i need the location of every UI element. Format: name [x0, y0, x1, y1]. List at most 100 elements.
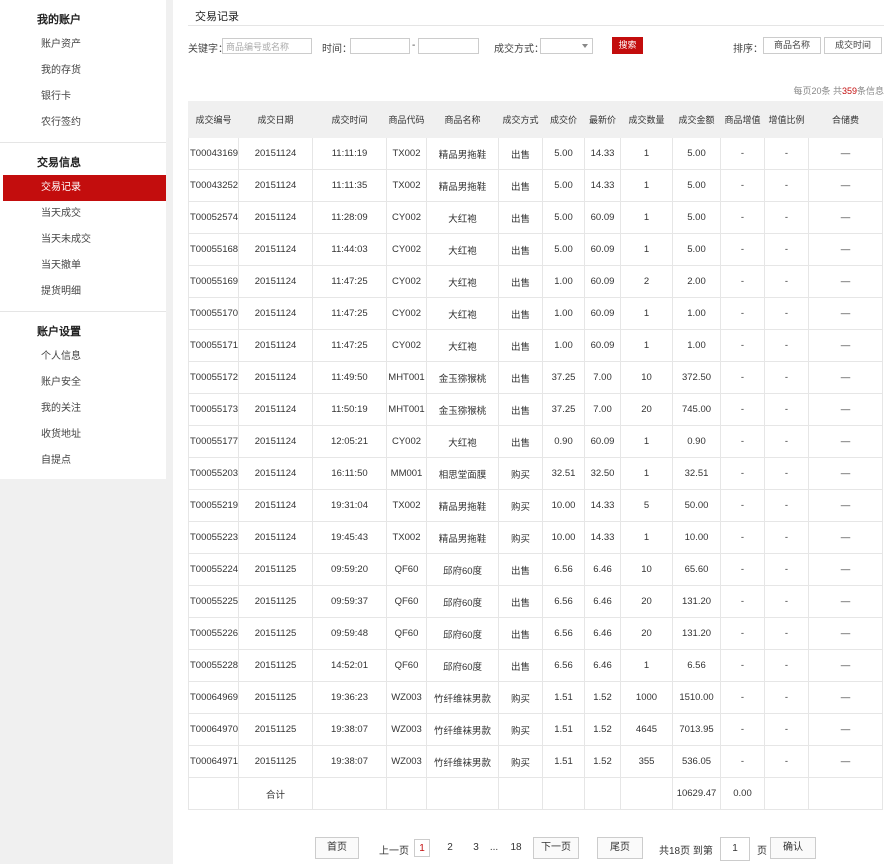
table-cell: 购买 [498, 713, 543, 746]
table-cell: — [808, 233, 883, 266]
table-cell: 20151124 [238, 457, 313, 490]
table-cell: MHT001 [386, 393, 427, 426]
sidebar-item-bank-card[interactable]: 银行卡 [0, 84, 166, 110]
table-cell: - [720, 457, 765, 490]
total-amount: 10629.47 [672, 777, 721, 810]
table-cell: - [720, 393, 765, 426]
table-cell: 37.25 [542, 393, 585, 426]
sidebar-item-assets[interactable]: 账户资产 [0, 32, 166, 58]
sidebar-item-today-cancelled[interactable]: 当天撤单 [0, 253, 166, 279]
start-date-input[interactable] [350, 38, 410, 54]
table-cell: 60.09 [584, 265, 621, 298]
table-row: T00043169 20151124 11:11:19 TX002 精品男拖鞋 出售 5.0… [188, 137, 883, 170]
table-cell: QF60 [386, 617, 427, 650]
page-number[interactable]: 3 [468, 839, 484, 857]
table-cell: - [720, 681, 765, 714]
table-cell: — [808, 425, 883, 458]
table-cell: 7.00 [584, 361, 621, 394]
keyword-input[interactable]: 商品编号或名称 [222, 38, 312, 54]
sidebar-item-today-filled[interactable]: 当天成交 [0, 201, 166, 227]
page-number-current[interactable]: 1 [414, 839, 430, 857]
prev-page-link[interactable]: 上一页 [379, 842, 409, 857]
sidebar-item-inventory[interactable]: 我的存货 [0, 58, 166, 84]
table-cell: 5.00 [542, 169, 585, 202]
sidebar-item-pickup-point[interactable]: 自提点 [0, 448, 166, 474]
table-cell: 6.56 [542, 553, 585, 586]
table-cell: - [764, 329, 809, 362]
table-cell: 大红袍 [426, 425, 499, 458]
table-cell: CY002 [386, 297, 427, 330]
sort-by-time-button[interactable]: 成交时间 [824, 37, 882, 54]
table-cell: - [764, 457, 809, 490]
table-cell: T00043169 [188, 137, 239, 170]
sidebar-item-pickup-details[interactable]: 提货明细 [0, 279, 166, 305]
total-label: 合计 [238, 777, 313, 810]
sidebar-item-profile[interactable]: 个人信息 [0, 344, 166, 370]
table-row: T00055228 20151125 14:52:01 QF60 邱府60度 出售 6.56… [188, 649, 883, 682]
page-number-last[interactable]: 18 [506, 839, 526, 857]
table-cell: 1.51 [542, 713, 585, 746]
table-cell: - [720, 329, 765, 362]
table-cell: T00055203 [188, 457, 239, 490]
table-cell: 6.46 [584, 617, 621, 650]
table-cell: 355 [620, 745, 673, 778]
sidebar-item-trade-records[interactable]: 交易记录 [3, 175, 166, 201]
table-cell: 5 [620, 489, 673, 522]
table-cell: 1 [620, 233, 673, 266]
sidebar-item-abc-sign[interactable]: 农行签约 [0, 110, 166, 136]
search-button[interactable]: 搜索 [612, 37, 643, 54]
table-cell: 11:47:25 [312, 265, 387, 298]
column-header: 合储费 [808, 101, 883, 138]
table-cell: - [764, 617, 809, 650]
table-cell [188, 777, 239, 810]
sidebar-item-favorites[interactable]: 我的关注 [0, 396, 166, 422]
table-cell: CY002 [386, 233, 427, 266]
table-cell: 6.46 [584, 585, 621, 618]
table-cell: - [720, 137, 765, 170]
table-cell: TX002 [386, 489, 427, 522]
table-cell: - [764, 393, 809, 426]
column-header: 成交日期 [238, 101, 313, 138]
sidebar-item-security[interactable]: 账户安全 [0, 370, 166, 396]
page-number[interactable]: 2 [442, 839, 458, 857]
table-cell: 536.05 [672, 745, 721, 778]
table-cell: 出售 [498, 617, 543, 650]
record-count: 每页20条 共359条信息 [793, 84, 884, 97]
table-cell: - [720, 361, 765, 394]
table-cell: 出售 [498, 553, 543, 586]
table-cell: 6.56 [542, 585, 585, 618]
table-cell: 09:59:48 [312, 617, 387, 650]
last-page-button[interactable]: 尾页 [597, 837, 643, 859]
table-cell: — [808, 201, 883, 234]
goto-page-input[interactable]: 1 [720, 837, 750, 861]
table-cell: 相思堂面膜 [426, 457, 499, 490]
sidebar-item-address[interactable]: 收货地址 [0, 422, 166, 448]
table-cell: 19:45:43 [312, 521, 387, 554]
confirm-button[interactable]: 确认 [770, 837, 816, 859]
table-row: T00064971 20151125 19:38:07 WZ003 竹纤维袜男款 购买 1.… [188, 745, 883, 778]
sidebar-item-today-unfilled[interactable]: 当天未成交 [0, 227, 166, 253]
next-page-button[interactable]: 下一页 [533, 837, 579, 859]
table-cell: — [808, 745, 883, 778]
table-cell: — [808, 681, 883, 714]
table-cell: 20 [620, 617, 673, 650]
end-date-input[interactable] [418, 38, 479, 54]
table-cell: T00055177 [188, 425, 239, 458]
table-cell: 1 [620, 329, 673, 362]
sort-by-name-button[interactable]: 商品名称 [763, 37, 821, 54]
method-select[interactable] [540, 38, 593, 54]
sidebar-section-settings: 账户设置 个人信息 账户安全 我的关注 收货地址 自提点 [0, 312, 166, 480]
table-cell: 4645 [620, 713, 673, 746]
first-page-button[interactable]: 首页 [315, 837, 359, 859]
table-cell: - [764, 425, 809, 458]
table-cell: 60.09 [584, 425, 621, 458]
table-cell: 1.00 [542, 265, 585, 298]
table-row: T00055171 20151124 11:47:25 CY002 大红袍 出售 1.00 6… [188, 329, 883, 362]
table-cell: - [764, 521, 809, 554]
table-cell: 购买 [498, 457, 543, 490]
page-title: 交易记录 [195, 11, 239, 23]
table-cell: 出售 [498, 649, 543, 682]
table-cell: 邱府60度 [426, 585, 499, 618]
table-cell: — [808, 649, 883, 682]
sidebar-section-trade: 交易信息 交易记录 当天成交 当天未成交 当天撤单 提货明细 [0, 143, 166, 312]
